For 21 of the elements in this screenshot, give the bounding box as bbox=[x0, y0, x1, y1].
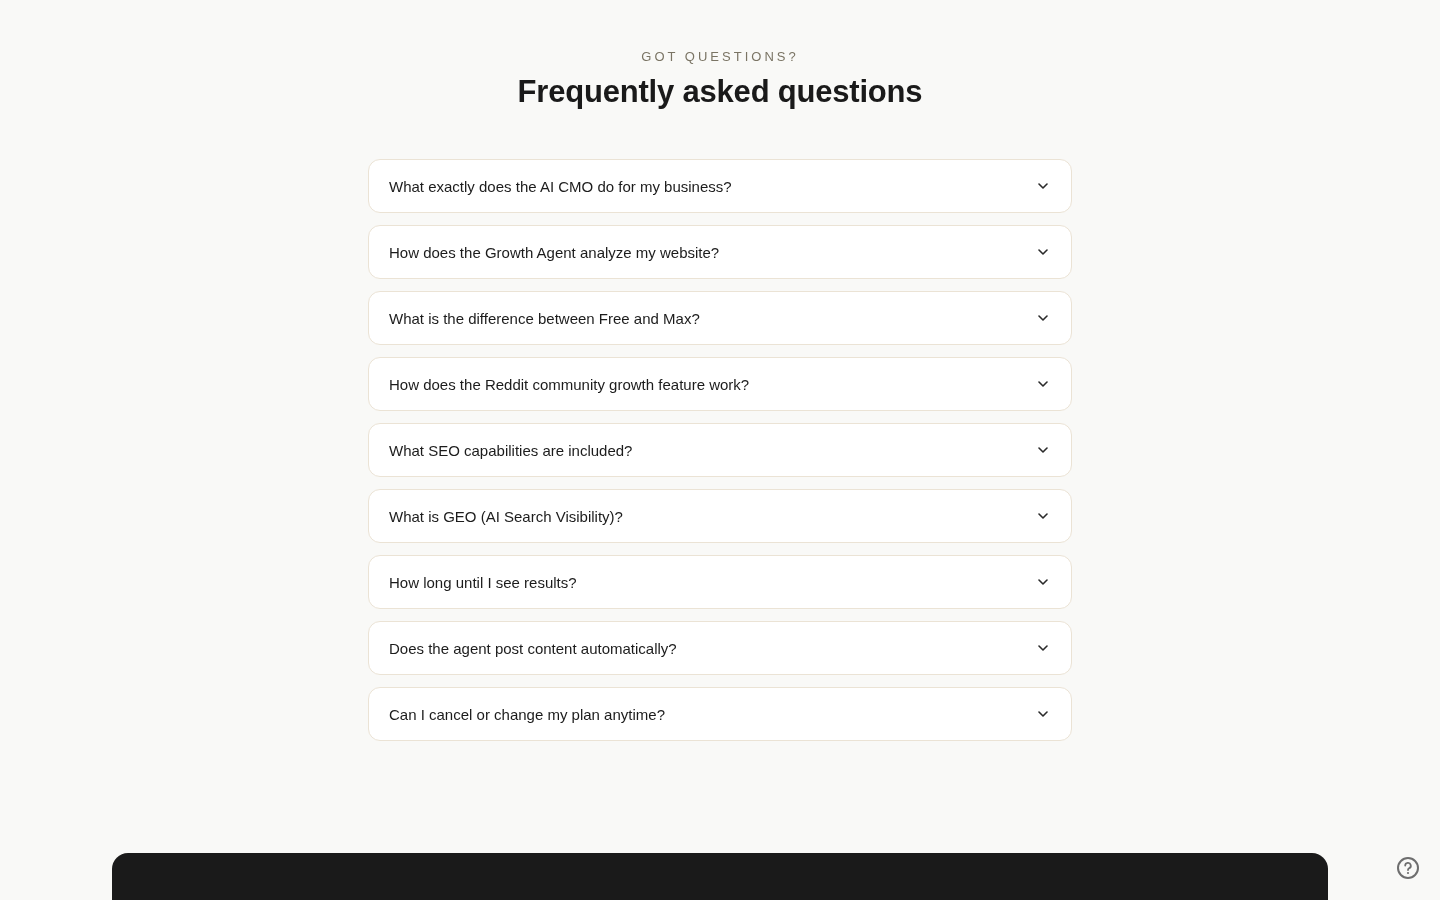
chevron-down-icon bbox=[1038, 249, 1048, 255]
faq-question-button[interactable]: What is the difference between Free and Max? bbox=[368, 291, 1072, 345]
faq-question-button[interactable]: Can I cancel or change my plan anytime? bbox=[368, 687, 1072, 741]
chevron-down-icon bbox=[1038, 183, 1048, 189]
chevron-down-icon bbox=[1038, 513, 1048, 519]
section-title: Frequently asked questions bbox=[517, 73, 923, 111]
chevron-down-icon bbox=[1038, 579, 1048, 585]
chevron-down-icon bbox=[1038, 447, 1048, 453]
faq-question-button[interactable]: What SEO capabilities are included? bbox=[368, 423, 1072, 477]
help-icon[interactable] bbox=[1397, 857, 1419, 879]
chevron-down-icon bbox=[1038, 711, 1048, 717]
section-eyebrow: GOT QUESTIONS? bbox=[641, 48, 799, 66]
faq-question-button[interactable]: What is GEO (AI Search Visibility)? bbox=[368, 489, 1072, 543]
faq-question-button[interactable]: Does the agent post content automatically? bbox=[368, 621, 1072, 675]
faq-question-button[interactable]: How does the Reddit community growth feature work? bbox=[368, 357, 1072, 411]
chevron-down-icon bbox=[1038, 645, 1048, 651]
faq-question-button[interactable]: How long until I see results? bbox=[368, 555, 1072, 609]
chevron-down-icon bbox=[1038, 315, 1048, 321]
faq-question-button[interactable]: How does the Growth Agent analyze my website? bbox=[368, 225, 1072, 279]
chevron-down-icon bbox=[1038, 381, 1048, 387]
faq-question-button[interactable]: What exactly does the AI CMO do for my business? bbox=[368, 159, 1072, 213]
